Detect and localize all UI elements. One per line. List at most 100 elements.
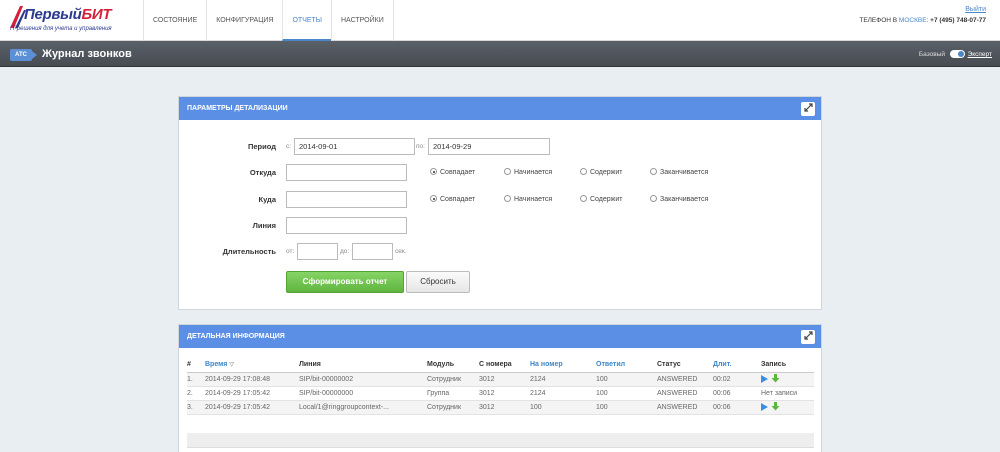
duration-row: Длительность от: до: сек.	[179, 243, 821, 261]
reset-button[interactable]: Сбросить	[406, 271, 470, 293]
cell-time: 2014-09-29 17:08:48	[205, 372, 299, 387]
params-expand-button[interactable]	[801, 102, 815, 116]
from-match-exact[interactable]: Совпадает	[430, 164, 475, 182]
top-header: ПервыйБИТ IT-решения для учета и управле…	[0, 0, 1000, 41]
period-row: Период с: по:	[179, 138, 821, 156]
table-row: 1. 2014-09-29 17:08:48 SIP/bit-00000002 …	[187, 372, 814, 387]
to-number-input[interactable]	[286, 191, 407, 208]
mode-toggle[interactable]	[950, 50, 965, 58]
radio-icon	[650, 168, 657, 175]
details-panel: Детальная информация # Время ▽ Линия Моду…	[178, 324, 822, 452]
col-module: Модуль	[427, 359, 479, 373]
cell-from: 3012	[479, 386, 530, 401]
cell-module: Сотрудник	[427, 372, 479, 387]
cell-number: 2.	[187, 386, 205, 401]
table-header-row: # Время ▽ Линия Модуль С номера На номер …	[187, 359, 814, 373]
cell-module: Группа	[427, 386, 479, 401]
table-row: 3. 2014-09-29 17:05:42 Local/1@ringgroup…	[187, 400, 814, 415]
col-duration[interactable]: Длит.	[713, 359, 761, 373]
mode-expert-label[interactable]: Эксперт	[968, 51, 992, 58]
cell-status: ANSWERED	[657, 400, 713, 415]
cell-time: 2014-09-29 17:05:42	[205, 400, 299, 415]
radio-icon	[580, 195, 587, 202]
expand-icon	[803, 331, 813, 340]
calls-table: # Время ▽ Линия Модуль С номера На номер …	[187, 359, 814, 415]
duration-from-prefix: от:	[286, 248, 295, 255]
radio-checked-icon	[430, 168, 437, 175]
to-match-exact[interactable]: Совпадает	[430, 191, 475, 209]
period-label: Период	[248, 142, 276, 151]
col-status: Статус	[657, 359, 713, 373]
phone-info: Телефон в Москве: +7 (495) 748-07-77	[859, 17, 986, 24]
nav-reports[interactable]: Отчеты	[282, 0, 331, 41]
mode-basic-label[interactable]: Базовый	[919, 51, 945, 58]
cell-status: ANSWERED	[657, 386, 713, 401]
from-match-ends[interactable]: Заканчивается	[650, 164, 708, 182]
col-time[interactable]: Время ▽	[205, 359, 299, 373]
period-from-prefix: с:	[286, 143, 292, 150]
radio-icon	[504, 168, 511, 175]
phone-number: +7 (495) 748-07-77	[930, 17, 986, 24]
radio-icon	[580, 168, 587, 175]
duration-label: Длительность	[222, 247, 276, 256]
table-footer	[187, 433, 814, 448]
params-panel-header: Параметры детализации	[179, 97, 821, 120]
title-bar: АТС Журнал звонков Базовый Эксперт	[0, 41, 1000, 67]
cell-answered: 100	[596, 400, 657, 415]
phone-city-link[interactable]: Москве	[899, 17, 927, 24]
cell-line: SIP/bit-00000002	[299, 372, 427, 387]
to-match-starts[interactable]: Начинается	[504, 191, 552, 209]
from-number-input[interactable]	[286, 164, 407, 181]
logo-text: ПервыйБИТ	[24, 6, 112, 23]
to-match-ends[interactable]: Заканчивается	[650, 191, 708, 209]
ats-badge: АТС	[10, 49, 37, 61]
from-match-starts[interactable]: Начинается	[504, 164, 552, 182]
to-match-contains[interactable]: Содержит	[580, 191, 622, 209]
cell-answered: 100	[596, 372, 657, 387]
nav-status[interactable]: Состояние	[143, 0, 206, 41]
duration-to-input[interactable]	[352, 243, 393, 260]
download-icon[interactable]	[771, 402, 780, 411]
from-row: Откуда Совпадает Начинается Содержит Зак…	[179, 164, 821, 182]
expand-icon	[803, 103, 813, 112]
cell-from: 3012	[479, 372, 530, 387]
col-to-number[interactable]: На номер	[530, 359, 596, 373]
table-row: 2. 2014-09-29 17:05:42 SIP/bit-00000000 …	[187, 386, 814, 401]
col-number: #	[187, 359, 205, 373]
cell-duration: 00:02	[713, 372, 761, 387]
line-input[interactable]	[286, 217, 407, 234]
cell-to: 2124	[530, 386, 596, 401]
duration-to-prefix: до:	[340, 248, 350, 255]
logo-subtitle: IT-решения для учета и управления	[10, 26, 112, 32]
details-expand-button[interactable]	[801, 330, 815, 344]
cell-number: 3.	[187, 400, 205, 415]
params-panel-title: Параметры детализации	[187, 105, 288, 112]
cell-module: Сотрудник	[427, 400, 479, 415]
col-record: Запись	[761, 359, 814, 373]
download-icon[interactable]	[771, 374, 780, 383]
period-from-input[interactable]	[294, 138, 415, 155]
from-match-contains[interactable]: Содержит	[580, 164, 622, 182]
duration-from-input[interactable]	[297, 243, 338, 260]
cell-answered: 100	[596, 386, 657, 401]
radio-checked-icon	[430, 195, 437, 202]
cell-duration: 00:06	[713, 400, 761, 415]
nav-configuration[interactable]: Конфигурация	[206, 0, 282, 41]
play-icon[interactable]	[761, 375, 768, 383]
cell-duration: 00:06	[713, 386, 761, 401]
period-to-prefix: по:	[416, 143, 425, 150]
period-to-input[interactable]	[428, 138, 550, 155]
cell-line: SIP/bit-00000000	[299, 386, 427, 401]
logout-link[interactable]: Выйти	[965, 6, 986, 13]
from-label: Откуда	[249, 168, 276, 177]
cell-from: 3012	[479, 400, 530, 415]
play-icon[interactable]	[761, 403, 768, 411]
company-logo[interactable]: ПервыйБИТ IT-решения для учета и управле…	[8, 4, 138, 38]
col-from-number: С номера	[479, 359, 530, 373]
cell-record	[761, 400, 814, 415]
generate-report-button[interactable]: Сформировать отчет	[286, 271, 404, 293]
col-answered[interactable]: Ответил	[596, 359, 657, 373]
phone-prefix: Телефон в	[859, 17, 898, 24]
page-title: Журнал звонков	[42, 48, 132, 60]
nav-settings[interactable]: Настройки	[331, 0, 394, 41]
